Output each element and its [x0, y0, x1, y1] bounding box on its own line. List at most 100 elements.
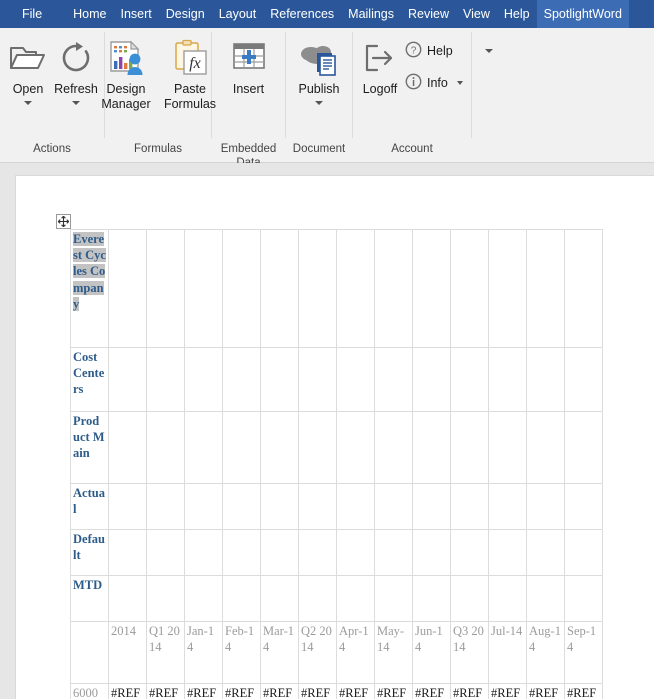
cell-empty[interactable] [146, 229, 185, 348]
cell-empty[interactable] [260, 347, 299, 412]
refresh-dropdown-caret-icon[interactable] [72, 101, 80, 105]
cell-product-main-label[interactable]: Product Main [70, 411, 109, 484]
value-cell[interactable]: #REFRESH [184, 683, 223, 699]
header-cell[interactable]: May-14 [374, 621, 413, 684]
cell-empty[interactable] [222, 575, 261, 622]
cell-empty[interactable] [108, 229, 147, 348]
document-page[interactable]: Everest Cycles Company Cost Centers Prod… [15, 175, 654, 699]
tab-references[interactable]: References [263, 0, 341, 28]
cell-empty[interactable] [336, 529, 375, 576]
cell-empty[interactable] [412, 347, 451, 412]
cell-empty[interactable] [564, 411, 603, 484]
tab-view[interactable]: View [456, 0, 497, 28]
cell-empty[interactable] [450, 411, 489, 484]
cell-empty[interactable] [260, 229, 299, 348]
cell-empty[interactable] [222, 483, 261, 530]
cell-empty[interactable] [260, 529, 299, 576]
value-cell[interactable]: #REFRESH [108, 683, 147, 699]
cell-empty[interactable] [374, 575, 413, 622]
cell-empty[interactable] [222, 411, 261, 484]
cell-empty[interactable] [450, 575, 489, 622]
cell-empty[interactable] [488, 529, 527, 576]
cell-empty[interactable] [336, 575, 375, 622]
cell-empty[interactable] [488, 483, 527, 530]
header-cell[interactable]: Jan-14 [184, 621, 223, 684]
cell-empty[interactable] [526, 347, 565, 412]
header-cell[interactable]: Q2 2014 [298, 621, 337, 684]
tab-insert[interactable]: Insert [114, 0, 159, 28]
table-row[interactable]: Cost Centers [70, 347, 603, 412]
info-button[interactable]: Info [401, 70, 467, 96]
cell-mtd-label[interactable]: MTD [70, 575, 109, 622]
cell-company-label[interactable]: Everest Cycles Company [70, 229, 109, 348]
cell-empty[interactable] [184, 411, 223, 484]
publish-dropdown-caret-icon[interactable] [315, 101, 323, 105]
cell-empty[interactable] [450, 529, 489, 576]
cell-empty[interactable] [374, 347, 413, 412]
table-header-row[interactable]: 2014 Q1 2014 Jan-14 Feb-14 Mar-14 Q2 201… [70, 621, 603, 684]
cell-empty[interactable] [488, 575, 527, 622]
value-cell[interactable]: #REFRESH [564, 683, 603, 699]
cell-empty[interactable] [336, 483, 375, 530]
cell-empty[interactable] [222, 347, 261, 412]
header-cell[interactable]: Sep-14 [564, 621, 603, 684]
value-cell[interactable]: #REFRESH [412, 683, 451, 699]
cell-empty[interactable] [298, 575, 337, 622]
cell-empty[interactable] [412, 229, 451, 348]
embedded-data-table[interactable]: Everest Cycles Company Cost Centers Prod… [70, 229, 603, 699]
header-cell[interactable] [70, 621, 109, 684]
cell-empty[interactable] [146, 575, 185, 622]
cell-empty[interactable] [260, 411, 299, 484]
cell-empty[interactable] [260, 575, 299, 622]
value-cell[interactable]: #REFRESH [374, 683, 413, 699]
value-cell[interactable]: #REFRESH [526, 683, 565, 699]
cell-empty[interactable] [526, 411, 565, 484]
tab-layout[interactable]: Layout [212, 0, 264, 28]
cell-empty[interactable] [374, 229, 413, 348]
tab-file[interactable]: File [0, 0, 56, 28]
cell-empty[interactable] [488, 347, 527, 412]
cell-empty[interactable] [564, 229, 603, 348]
open-button[interactable]: Open [4, 32, 52, 105]
value-cell[interactable]: #REFRESH [450, 683, 489, 699]
table-row[interactable]: Actual [70, 483, 603, 530]
cell-empty[interactable] [298, 483, 337, 530]
cell-empty[interactable] [184, 483, 223, 530]
cell-empty[interactable] [146, 411, 185, 484]
tab-design[interactable]: Design [159, 0, 212, 28]
cell-empty[interactable] [184, 575, 223, 622]
value-cell[interactable]: #REFRESH [260, 683, 299, 699]
cell-empty[interactable] [184, 229, 223, 348]
cell-empty[interactable] [108, 529, 147, 576]
insert-button[interactable]: Insert [217, 32, 281, 97]
cell-empty[interactable] [564, 529, 603, 576]
header-cell[interactable]: 2014 [108, 621, 147, 684]
tab-spotlightword[interactable]: SpotlightWord [536, 0, 629, 28]
table-move-handle[interactable] [56, 214, 71, 229]
cell-empty[interactable] [108, 347, 147, 412]
cell-empty[interactable] [336, 347, 375, 412]
cell-actual-label[interactable]: Actual [70, 483, 109, 530]
cell-empty[interactable] [526, 529, 565, 576]
cell-empty[interactable] [412, 575, 451, 622]
value-cell[interactable]: #REFRESH [222, 683, 261, 699]
cell-empty[interactable] [146, 483, 185, 530]
tab-home[interactable]: Home [66, 0, 113, 28]
logoff-button[interactable]: Logoff [359, 32, 401, 97]
cell-empty[interactable] [450, 347, 489, 412]
cell-empty[interactable] [222, 229, 261, 348]
header-cell[interactable]: Q1 2014 [146, 621, 185, 684]
table-row[interactable]: Everest Cycles Company [70, 229, 603, 348]
cell-empty[interactable] [374, 483, 413, 530]
cell-empty[interactable] [374, 529, 413, 576]
tab-mailings[interactable]: Mailings [341, 0, 401, 28]
cell-empty[interactable] [526, 575, 565, 622]
cell-empty[interactable] [298, 411, 337, 484]
cell-empty[interactable] [564, 483, 603, 530]
cell-empty[interactable] [108, 575, 147, 622]
design-manager-button[interactable]: Design Manager [94, 32, 158, 112]
table-row[interactable]: Default [70, 529, 603, 576]
cell-empty[interactable] [526, 483, 565, 530]
cell-empty[interactable] [412, 411, 451, 484]
document-canvas[interactable]: Everest Cycles Company Cost Centers Prod… [0, 163, 654, 699]
